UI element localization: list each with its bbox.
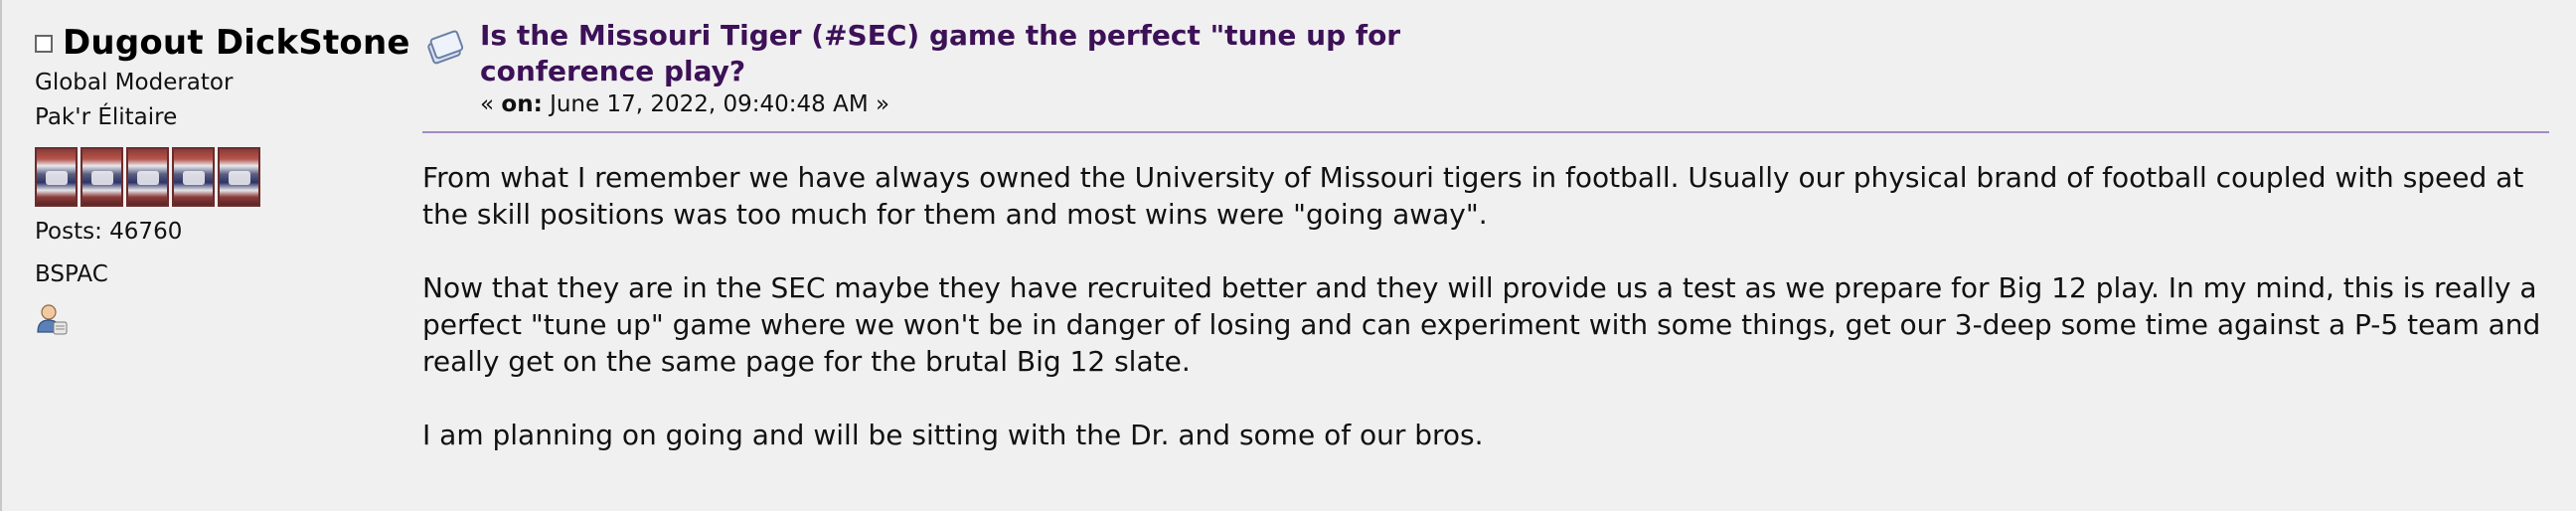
topic-xx-icon [422,28,466,72]
post-paragraph: From what I remember we have always owne… [422,161,2524,231]
poster-title: Global Moderator [35,70,234,95]
rank-stars [35,147,412,207]
post: Is the Missouri Tiger (#SEC) game the pe… [422,18,2549,490]
date-value: June 17, 2022, 09:40:48 AM » [542,91,890,117]
rank-star-icon [218,147,260,207]
post-date: « on: June 17, 2022, 09:40:48 AM » [480,89,1474,119]
post-subject-link[interactable]: Is the Missouri Tiger (#SEC) game the pe… [480,18,1474,89]
poster-info: Dugout DickStone Global Moderator Pak'r … [35,20,412,336]
page-left-border [0,0,2,511]
post-count: Posts: 46760 [35,219,183,245]
offline-checkbox-icon [35,35,53,53]
poster-group: Pak'r Élitaire [35,104,178,130]
poster-name-link[interactable]: Dugout DickStone [63,23,410,63]
post-header: Is the Missouri Tiger (#SEC) game the pe… [422,18,2549,119]
date-prefix: « [480,91,502,117]
post-divider [422,131,2549,133]
poster-name-row: Dugout DickStone [35,20,412,66]
post-paragraph: I am planning on going and will be sitti… [422,419,1484,451]
rank-star-icon [35,147,78,207]
post-paragraph: Now that they are in the SEC maybe they … [422,271,2541,378]
rank-star-icon [172,147,215,207]
custom-field: BSPAC [35,261,108,287]
post-body: From what I remember we have always owne… [422,159,2549,453]
date-on-label: on: [501,91,543,117]
user-profile-icon[interactable] [35,302,69,336]
rank-star-icon [126,147,169,207]
rank-star-icon [80,147,123,207]
